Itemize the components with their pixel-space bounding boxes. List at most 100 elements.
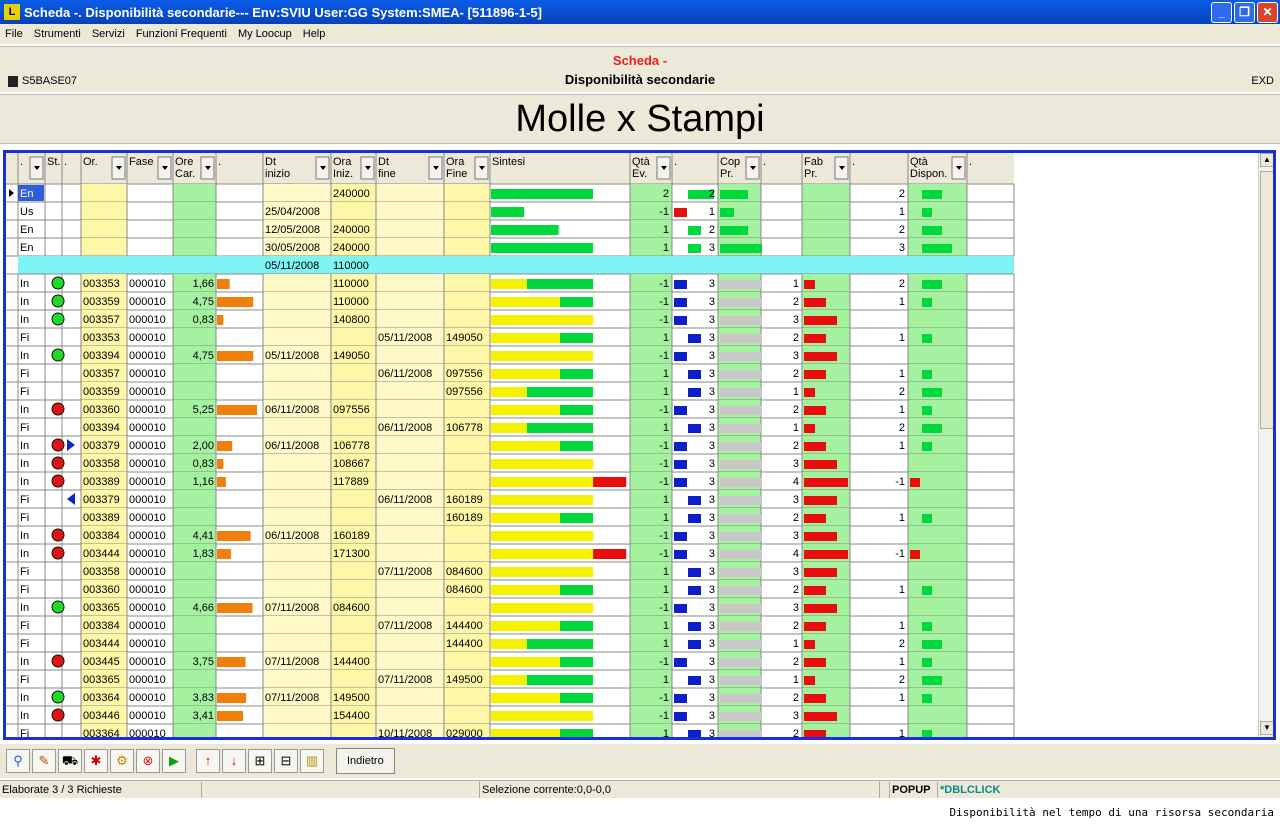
edit-icon[interactable]: ✎ [32, 749, 56, 773]
cell-ore-car: 1,83 [193, 548, 214, 560]
qta-ev-bar [674, 442, 687, 451]
cell-bg [908, 328, 967, 346]
minimize-button[interactable]: _ [1211, 1, 1232, 23]
play-icon[interactable]: ▶ [162, 749, 186, 773]
qta-ev-bar [674, 352, 687, 361]
cell-fab-pr: 3 [793, 314, 799, 326]
cell-bg [263, 274, 331, 292]
cell-bg [376, 202, 444, 220]
cart-icon[interactable]: ⛟ [58, 749, 82, 773]
status-red-icon [51, 528, 65, 542]
data-grid[interactable]: . St.. Or. Fase Ore Car.. Dt inizio Ora Iniz. Dt fi… [3, 150, 1276, 740]
synthesis-bar-yellow [491, 513, 560, 523]
cell-fab-pr: 3 [793, 530, 799, 542]
qta-ev-bar [688, 226, 701, 235]
cop-pr-bar [720, 190, 748, 199]
cell-qta-ev: -1 [659, 458, 669, 470]
cell-fab-pr: 4 [793, 548, 799, 560]
status-blank [202, 781, 480, 798]
cell-qta-ev: 2 [663, 188, 669, 200]
cell-bg [263, 670, 331, 688]
synthesis-bar-yellow [491, 387, 527, 397]
zoom-icon[interactable]: ⚙ [110, 749, 134, 773]
menu-funzioni-frequenti[interactable]: Funzioni Frequenti [131, 28, 233, 40]
dispon-bar [922, 676, 942, 685]
status-green-icon [51, 294, 65, 308]
cell-dt-inizio: 07/11/2008 [265, 602, 319, 614]
column-header-label: . [969, 156, 972, 168]
export-code[interactable]: EXD [1251, 75, 1274, 87]
cell-type: Fi [20, 512, 29, 524]
cell-cop-pr: 3 [709, 710, 715, 722]
cell-bg [331, 418, 376, 436]
tree-icon[interactable]: ⊞ [248, 749, 272, 773]
cell-bg [908, 400, 967, 418]
cell-fase: 000010 [129, 674, 166, 686]
cell-bg [444, 544, 490, 562]
cell-bg [908, 454, 967, 472]
star-icon[interactable]: ✱ [84, 749, 108, 773]
cell-cop-pr: 3 [709, 314, 715, 326]
maximize-button[interactable]: ❐ [1234, 1, 1255, 23]
cell-type: In [20, 692, 29, 704]
menu-file[interactable]: File [0, 28, 29, 40]
cell-bg [263, 508, 331, 526]
menu-bar: File Strumenti Servizi Funzioni Frequent… [0, 24, 1280, 44]
cell-bg [444, 184, 490, 202]
vertical-scrollbar[interactable]: ▲ ▼ [1258, 153, 1273, 737]
cell-ore-car: 1,16 [193, 476, 214, 488]
cell-bg [81, 184, 127, 202]
fab-pr-bar [804, 442, 826, 451]
cell-ora-fine: 144400 [446, 620, 483, 632]
cell-bg [376, 400, 444, 418]
synthesis-bar-green [560, 297, 594, 307]
menu-strumenti[interactable]: Strumenti [29, 28, 87, 40]
cell-bg [444, 436, 490, 454]
scroll-up-icon[interactable]: ▲ [1260, 153, 1273, 167]
cell-bg [444, 526, 490, 544]
status-bar: Elaborate 3 / 3 Richieste Selezione corr… [0, 780, 1280, 798]
cell-bg [802, 202, 850, 220]
cell-bg [444, 238, 490, 256]
cell-ora-fine: 097556 [446, 386, 483, 398]
cell-type: In [20, 296, 29, 308]
table-icon[interactable]: ⊟ [274, 749, 298, 773]
scroll-down-icon[interactable]: ▼ [1260, 721, 1273, 735]
cell-cop-pr: 3 [709, 674, 715, 686]
qta-ev-bar [688, 496, 701, 505]
status-red-icon [51, 402, 65, 416]
cell-fab-pr: 2 [793, 440, 799, 452]
cell-cop-pr: 1 [709, 206, 715, 218]
menu-help[interactable]: Help [298, 28, 332, 40]
hours-bar [217, 351, 254, 361]
menu-my-loocup[interactable]: My Loocup [233, 28, 298, 40]
cell-ora-iniz: 144400 [333, 656, 370, 668]
synthesis-bar-yellow [491, 459, 594, 469]
close-button[interactable]: ✕ [1257, 1, 1278, 23]
cell-bg [908, 580, 967, 598]
cell-bg [173, 382, 216, 400]
status-red-icon [51, 708, 65, 722]
column-header-label: Fase [129, 156, 153, 168]
cop-pr-bar [720, 208, 734, 217]
dispon-bar [922, 244, 952, 253]
cell-cop-pr: 3 [709, 494, 715, 506]
cell-bg [263, 472, 331, 490]
cell-qta-ev: 1 [663, 494, 669, 506]
cell-dt-inizio: 07/11/2008 [265, 656, 319, 668]
dispon-bar [922, 190, 942, 199]
cell-order: 003365 [83, 674, 120, 686]
menu-servizi[interactable]: Servizi [87, 28, 131, 40]
back-button[interactable]: Indietro [336, 748, 395, 774]
cell-bg [173, 364, 216, 382]
arrow-up-icon[interactable]: ↑ [196, 749, 220, 773]
columns-icon[interactable]: ▥ [300, 749, 324, 773]
synthesis-bar-yellow [491, 549, 594, 559]
arrow-down-icon[interactable]: ↓ [222, 749, 246, 773]
scroll-thumb[interactable] [1260, 171, 1273, 429]
stop-icon[interactable]: ⊗ [136, 749, 160, 773]
dispon-bar [922, 334, 932, 343]
search-icon[interactable]: ⚲ [6, 749, 30, 773]
cell-qta-ev: -1 [659, 296, 669, 308]
cell-ora-iniz: 149500 [333, 692, 370, 704]
